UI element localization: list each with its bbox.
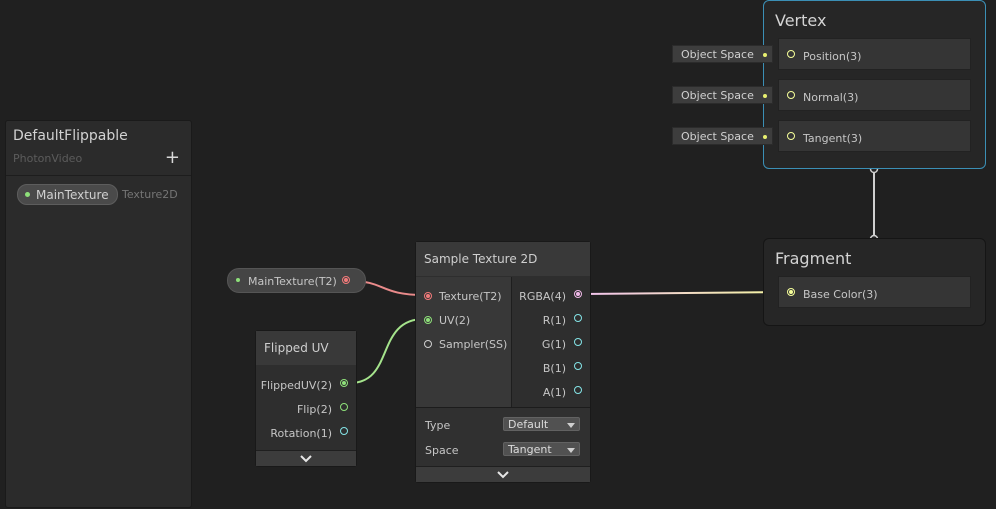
tangent-label: Tangent(3) bbox=[803, 132, 863, 145]
expand-preview-button[interactable] bbox=[416, 466, 590, 482]
property-type: Texture2D bbox=[122, 188, 178, 201]
tangent-block[interactable]: Tangent(3) bbox=[778, 120, 971, 152]
position-block[interactable]: Position(3) bbox=[778, 38, 971, 70]
b-output-label: B(1) bbox=[542, 362, 566, 375]
sampler-input-port[interactable] bbox=[424, 340, 432, 348]
space-dropdown[interactable]: Tangent bbox=[503, 442, 580, 456]
g-output-label: G(1) bbox=[541, 338, 566, 351]
fragment-title: Fragment bbox=[775, 249, 852, 268]
rgba-output-label: RGBA(4) bbox=[519, 290, 566, 303]
expand-preview-button[interactable] bbox=[256, 450, 356, 466]
blackboard-title: DefaultFlippable bbox=[13, 128, 128, 144]
type-option-label: Type bbox=[425, 419, 451, 432]
property-node-maintexture[interactable]: MainTexture(T2) bbox=[227, 268, 366, 293]
g-output-port[interactable] bbox=[574, 338, 582, 346]
base-color-label: Base Color(3) bbox=[803, 288, 878, 301]
property-node-label: MainTexture(T2) bbox=[248, 275, 337, 288]
flip-output-label: Flip(2) bbox=[296, 403, 332, 416]
type-dropdown-value: Default bbox=[508, 418, 549, 431]
dropdown-caret-icon bbox=[567, 448, 575, 453]
space-option-label: Space bbox=[425, 444, 459, 457]
normal-default-label: Object Space bbox=[681, 88, 754, 102]
rgba-output-port[interactable] bbox=[574, 290, 582, 298]
blackboard-property-maintexture[interactable]: MainTexture bbox=[17, 184, 118, 205]
property-dot-icon bbox=[25, 192, 30, 197]
texture-input-label: Texture(T2) bbox=[439, 290, 502, 303]
rotation-output-port[interactable] bbox=[340, 427, 348, 435]
a-output-port[interactable] bbox=[574, 386, 582, 394]
tangent-default-input[interactable]: Object Space bbox=[672, 127, 773, 145]
base-color-input-port[interactable] bbox=[787, 288, 795, 296]
normal-label: Normal(3) bbox=[803, 91, 859, 104]
flippeduv-output-label: FlippedUV(2) bbox=[260, 379, 332, 392]
blackboard-divider bbox=[6, 175, 191, 176]
space-dropdown-value: Tangent bbox=[508, 443, 552, 456]
tangent-input-port[interactable] bbox=[787, 132, 795, 140]
uv-input-label: UV(2) bbox=[439, 314, 471, 327]
flip-output-port[interactable] bbox=[340, 403, 348, 411]
ports-separator bbox=[511, 277, 512, 407]
uv-input-port[interactable] bbox=[424, 316, 432, 324]
chevron-down-icon bbox=[497, 470, 509, 478]
dropdown-caret-icon bbox=[567, 423, 575, 428]
add-property-button[interactable]: + bbox=[165, 147, 180, 168]
flippeduv-output-port[interactable] bbox=[340, 379, 348, 387]
normal-block[interactable]: Normal(3) bbox=[778, 79, 971, 111]
type-dropdown[interactable]: Default bbox=[503, 417, 580, 431]
node-options-area: Type Default Space Tangent bbox=[416, 407, 590, 467]
default-input-dot-icon bbox=[763, 53, 767, 57]
a-output-label: A(1) bbox=[542, 386, 566, 399]
position-default-input[interactable]: Object Space bbox=[672, 45, 773, 63]
position-default-label: Object Space bbox=[681, 47, 754, 61]
property-node-output-port[interactable] bbox=[342, 276, 350, 284]
default-input-dot-icon bbox=[763, 135, 767, 139]
blackboard-subtitle: PhotonVideo bbox=[13, 152, 83, 165]
position-label: Position(3) bbox=[803, 50, 862, 63]
normal-default-input[interactable]: Object Space bbox=[672, 86, 773, 104]
sample-texture-2d-node[interactable]: Sample Texture 2D Texture(T2) UV(2) Samp… bbox=[415, 241, 591, 483]
vertex-context[interactable]: Vertex Position(3) Normal(3) Tangent(3) bbox=[763, 0, 986, 169]
base-color-block[interactable]: Base Color(3) bbox=[778, 276, 971, 308]
property-node-dot-icon bbox=[236, 278, 240, 282]
property-name: MainTexture bbox=[36, 187, 109, 202]
blackboard-panel: DefaultFlippable PhotonVideo + MainTextu… bbox=[5, 120, 192, 508]
chevron-down-icon bbox=[300, 454, 312, 462]
node-title: Sample Texture 2D bbox=[416, 242, 590, 276]
default-input-dot-icon bbox=[763, 94, 767, 98]
rotation-output-label: Rotation(1) bbox=[270, 427, 332, 440]
tangent-default-label: Object Space bbox=[681, 129, 754, 143]
wire-uv bbox=[349, 318, 425, 384]
node-title: Flipped UV bbox=[256, 331, 356, 365]
flipped-uv-node[interactable]: Flipped UV FlippedUV(2) Flip(2) Rotation… bbox=[255, 330, 357, 467]
vertex-title: Vertex bbox=[775, 11, 827, 30]
position-input-port[interactable] bbox=[787, 50, 795, 58]
fragment-context[interactable]: Fragment Base Color(3) bbox=[763, 238, 986, 326]
texture-input-port[interactable] bbox=[424, 292, 432, 300]
b-output-port[interactable] bbox=[574, 362, 582, 370]
r-output-label: R(1) bbox=[542, 314, 566, 327]
normal-input-port[interactable] bbox=[787, 91, 795, 99]
r-output-port[interactable] bbox=[574, 314, 582, 322]
wire-rgba bbox=[581, 291, 787, 295]
sampler-input-label: Sampler(SS) bbox=[439, 338, 508, 351]
